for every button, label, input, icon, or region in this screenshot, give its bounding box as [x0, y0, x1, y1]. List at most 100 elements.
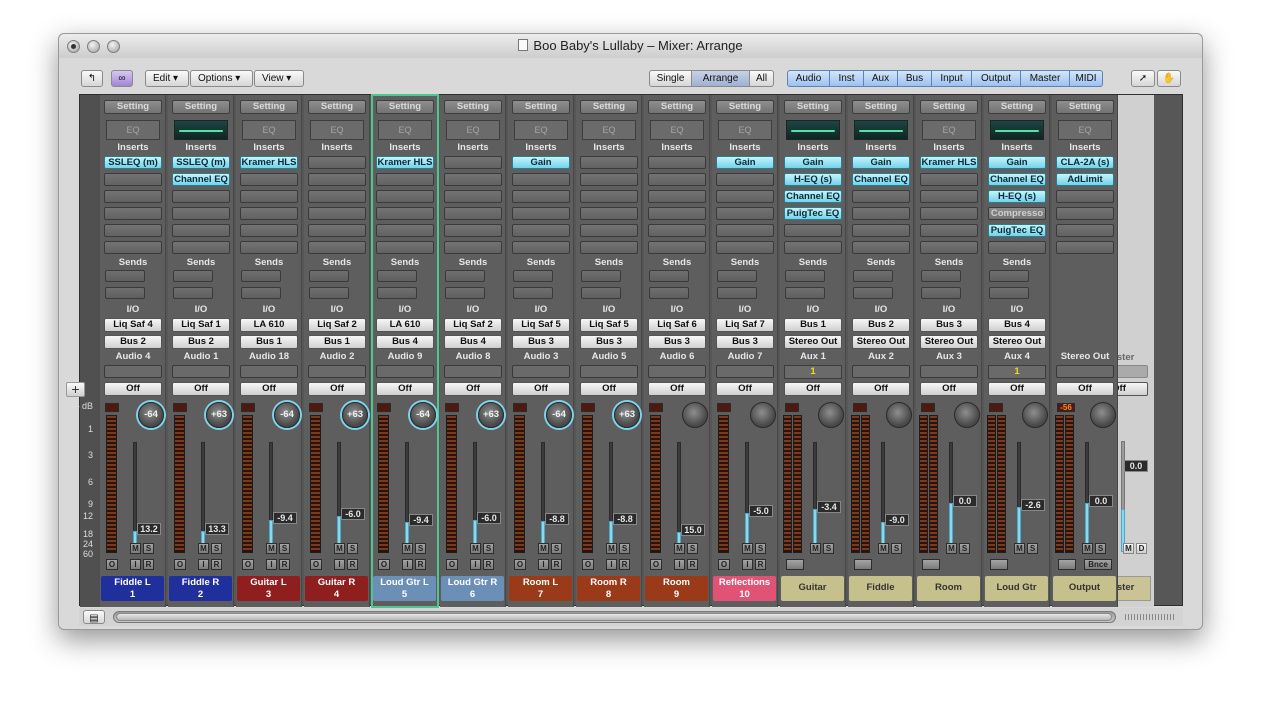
input-slot[interactable]: Liq Saf 4: [104, 318, 162, 332]
fader-value[interactable]: 0.0: [1089, 495, 1113, 507]
send-slot[interactable]: [649, 270, 689, 282]
empty-insert-slot[interactable]: [172, 224, 230, 237]
input-monitor-button[interactable]: I: [674, 559, 685, 570]
monitor-button[interactable]: O: [174, 559, 186, 570]
send-slot[interactable]: [309, 270, 349, 282]
resize-grip-icon[interactable]: [1125, 614, 1175, 620]
setting-button[interactable]: Setting: [444, 100, 502, 114]
output-slot[interactable]: Bus 1: [308, 335, 366, 349]
fader-value[interactable]: 13.3: [205, 523, 229, 535]
empty-insert-slot[interactable]: [1056, 190, 1114, 203]
empty-insert-slot[interactable]: [648, 207, 706, 220]
input-monitor-button[interactable]: I: [266, 559, 277, 570]
empty-insert-slot[interactable]: [1056, 241, 1114, 254]
output-slot[interactable]: Stereo Out: [852, 335, 910, 349]
pan-knob[interactable]: [1022, 402, 1048, 428]
empty-insert-slot[interactable]: [308, 224, 366, 237]
record-button[interactable]: R: [483, 559, 494, 570]
solo-button[interactable]: S: [211, 543, 222, 554]
edit-menu[interactable]: Edit ▾: [145, 70, 189, 87]
empty-insert-slot[interactable]: [648, 190, 706, 203]
send-slot[interactable]: [445, 270, 485, 282]
output-slot[interactable]: Stereo Out: [988, 335, 1046, 349]
mute-button[interactable]: M: [1014, 543, 1025, 554]
output-slot[interactable]: Bus 4: [444, 335, 502, 349]
empty-insert-slot[interactable]: [104, 224, 162, 237]
eq-display[interactable]: EQ: [446, 120, 500, 140]
send-slot[interactable]: [853, 270, 893, 282]
eq-display[interactable]: EQ: [718, 120, 772, 140]
filter-input-button[interactable]: Input: [932, 70, 972, 87]
send-slot[interactable]: [785, 287, 825, 299]
filter-master-button[interactable]: Master: [1021, 70, 1070, 87]
link-icon[interactable]: ∞: [111, 70, 133, 87]
automation-mode-button[interactable]: Off: [172, 382, 230, 396]
output-slot[interactable]: Bus 3: [648, 335, 706, 349]
empty-insert-slot[interactable]: [648, 173, 706, 186]
eq-display[interactable]: EQ: [106, 120, 160, 140]
send-slot[interactable]: [989, 287, 1029, 299]
list-view-icon[interactable]: ▤: [83, 610, 105, 624]
send-slot[interactable]: [649, 287, 689, 299]
input-monitor-button[interactable]: I: [198, 559, 209, 570]
fader-value[interactable]: 15.0: [681, 524, 705, 536]
empty-insert-slot[interactable]: [104, 207, 162, 220]
record-button[interactable]: R: [551, 559, 562, 570]
solo-button[interactable]: S: [551, 543, 562, 554]
send-slot[interactable]: [853, 287, 893, 299]
setting-button[interactable]: Setting: [376, 100, 434, 114]
monitor-button[interactable]: O: [718, 559, 730, 570]
mute-button[interactable]: M: [266, 543, 277, 554]
pan-knob[interactable]: [954, 402, 980, 428]
insert-slot[interactable]: PuigTec EQ: [784, 207, 842, 220]
pan-knob[interactable]: +63: [206, 402, 232, 428]
filter-midi-button[interactable]: MIDI: [1070, 70, 1103, 87]
empty-insert-slot[interactable]: [512, 241, 570, 254]
empty-insert-slot[interactable]: [104, 173, 162, 186]
empty-insert-slot[interactable]: [784, 224, 842, 237]
options-menu[interactable]: Options ▾: [190, 70, 253, 87]
mute-button[interactable]: M: [606, 543, 617, 554]
empty-insert-slot[interactable]: [240, 207, 298, 220]
empty-insert-slot[interactable]: [852, 224, 910, 237]
send-slot[interactable]: [513, 287, 553, 299]
eq-display[interactable]: EQ: [514, 120, 568, 140]
input-slot[interactable]: LA 610: [240, 318, 298, 332]
solo-button[interactable]: S: [1027, 543, 1038, 554]
automation-mode-button[interactable]: Off: [104, 382, 162, 396]
add-channel-button[interactable]: +: [66, 382, 85, 397]
pan-knob[interactable]: +63: [614, 402, 640, 428]
insert-slot[interactable]: H-EQ (s): [988, 190, 1046, 203]
record-button[interactable]: R: [415, 559, 426, 570]
setting-button[interactable]: Setting: [308, 100, 366, 114]
empty-insert-slot[interactable]: [512, 224, 570, 237]
automation-mode-button[interactable]: Off: [784, 382, 842, 396]
setting-button[interactable]: Setting: [716, 100, 774, 114]
empty-insert-slot[interactable]: [376, 224, 434, 237]
empty-insert-slot[interactable]: [512, 173, 570, 186]
send-slot[interactable]: [445, 287, 485, 299]
automation-mode-button[interactable]: Off: [920, 382, 978, 396]
insert-slot[interactable]: Gain: [512, 156, 570, 169]
setting-button[interactable]: Setting: [988, 100, 1046, 114]
eq-display[interactable]: EQ: [582, 120, 636, 140]
solo-button[interactable]: S: [347, 543, 358, 554]
record-button[interactable]: R: [619, 559, 630, 570]
input-slot[interactable]: Liq Saf 5: [512, 318, 570, 332]
input-slot[interactable]: Liq Saf 2: [444, 318, 502, 332]
send-slot[interactable]: [105, 287, 145, 299]
empty-insert-slot[interactable]: [716, 190, 774, 203]
empty-insert-slot[interactable]: [444, 241, 502, 254]
fader-value[interactable]: 13.2: [137, 523, 161, 535]
insert-slot[interactable]: Gain: [716, 156, 774, 169]
send-slot[interactable]: [581, 287, 621, 299]
mute-button[interactable]: M: [130, 543, 141, 554]
pan-knob[interactable]: -64: [546, 402, 572, 428]
insert-slot[interactable]: Channel EQ: [784, 190, 842, 203]
insert-slot[interactable]: SSLEQ (m): [172, 156, 230, 169]
send-slot[interactable]: [173, 270, 213, 282]
empty-insert-slot[interactable]: [172, 241, 230, 254]
empty-insert-slot[interactable]: [308, 207, 366, 220]
empty-insert-slot[interactable]: [444, 224, 502, 237]
send-slot[interactable]: [785, 270, 825, 282]
